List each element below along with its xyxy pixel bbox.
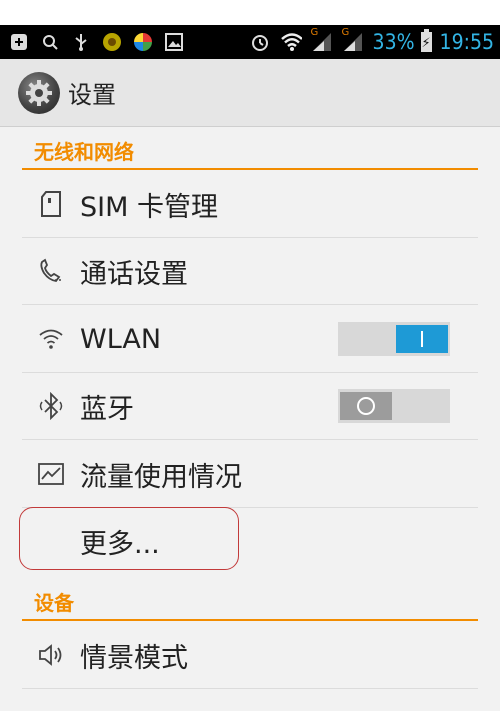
action-bar: 设置 — [0, 59, 500, 127]
phone-icon — [36, 256, 66, 286]
bluetooth-toggle[interactable] — [338, 389, 450, 423]
signal-icon: G — [342, 27, 364, 53]
settings-item-label: 流量使用情况 — [80, 461, 242, 493]
alarm-icon — [249, 31, 271, 53]
usb-icon — [70, 31, 92, 53]
battery-charging-icon: ⚡ — [420, 29, 432, 52]
toggle-knob — [396, 325, 448, 353]
sim-card-icon — [36, 189, 66, 219]
image-icon — [163, 31, 185, 53]
battery-percent: 33% — [372, 30, 415, 54]
volume-icon — [36, 640, 66, 670]
signal-icon: G — [311, 27, 333, 53]
page-title: 设置 — [68, 81, 116, 109]
add-box-icon — [8, 31, 30, 53]
settings-item-profile[interactable]: 情景模式 — [22, 622, 478, 689]
clock: 19:55 — [439, 30, 494, 54]
wifi-icon — [280, 31, 302, 53]
settings-item-label: 情景模式 — [80, 642, 188, 674]
settings-item-label: 蓝牙 — [80, 393, 134, 425]
settings-item-call[interactable]: 通话设置 — [22, 238, 478, 305]
settings-item-sim[interactable]: SIM 卡管理 — [22, 171, 478, 238]
wlan-toggle[interactable] — [338, 322, 450, 356]
toggle-knob — [340, 392, 392, 420]
bluetooth-icon — [36, 391, 66, 421]
settings-item-bluetooth[interactable]: 蓝牙 — [22, 373, 478, 440]
settings-item-label: 通话设置 — [80, 258, 188, 290]
settings-item-data-usage[interactable]: 流量使用情况 — [22, 441, 478, 508]
gear-icon[interactable] — [18, 71, 60, 114]
app-swirl-icon — [132, 31, 154, 53]
settings-item-label: WLAN — [80, 323, 162, 355]
highlight-outline — [19, 507, 239, 570]
wifi-icon — [36, 324, 66, 354]
section-header-wireless: 无线和网络 — [22, 136, 478, 170]
top-margin — [0, 0, 500, 25]
search-icon — [39, 31, 61, 53]
settings-item-label: SIM 卡管理 — [80, 191, 218, 223]
section-header-device: 设备 — [22, 584, 478, 621]
settings-item-wlan[interactable]: WLAN — [22, 306, 478, 373]
data-usage-icon — [36, 459, 66, 489]
status-bar: G G 33% ⚡ 19:55 — [0, 25, 500, 59]
app-badge-icon — [101, 31, 123, 53]
